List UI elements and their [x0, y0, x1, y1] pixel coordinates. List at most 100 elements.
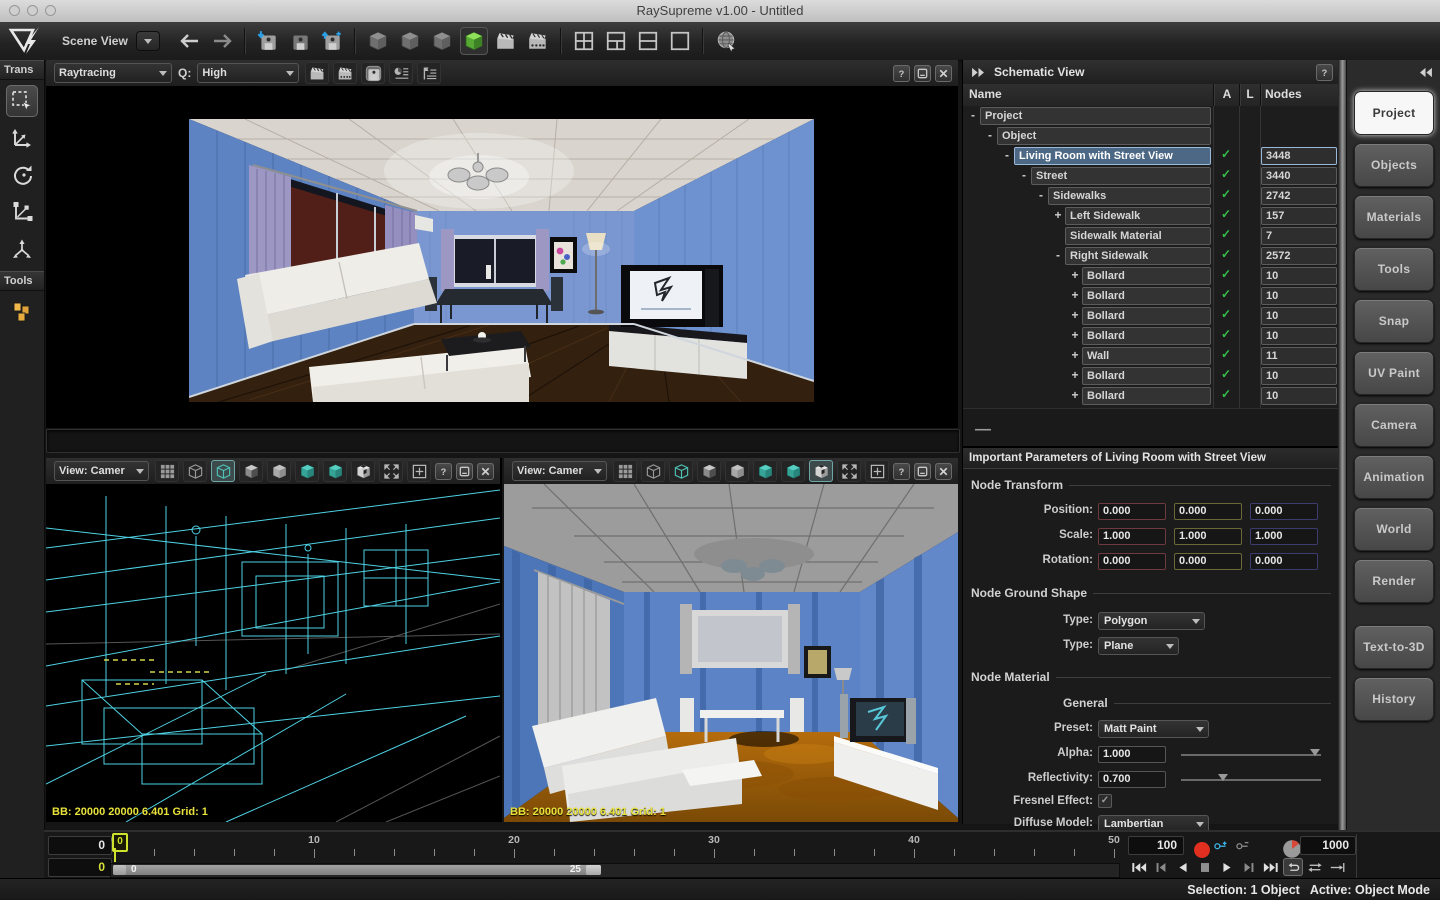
tree-node-label[interactable]: Bollard: [1082, 307, 1211, 325]
play-icon[interactable]: [1217, 858, 1237, 876]
position-z-field[interactable]: 0.000: [1250, 503, 1318, 520]
tree-row[interactable]: -Right Sidewalk✓2572: [963, 246, 1339, 266]
fps-field[interactable]: 1000: [1300, 836, 1356, 855]
tree-node-label[interactable]: Bollard: [1082, 267, 1211, 285]
cube-icon[interactable]: [364, 27, 392, 55]
tree-row[interactable]: +Wall✓11: [963, 346, 1339, 366]
play-back-icon[interactable]: [1173, 858, 1193, 876]
view-camera-dropdown[interactable]: View: Camer: [54, 461, 149, 481]
tree-scroll-dash[interactable]: —: [975, 421, 991, 439]
timeline-scroll-track[interactable]: 0 25: [110, 863, 1120, 878]
tree-row[interactable]: -Sidewalks✓2742: [963, 186, 1339, 206]
active-check-icon[interactable]: ✓: [1215, 227, 1237, 241]
tree-row[interactable]: +Bollard✓10: [963, 286, 1339, 306]
tree-node-label[interactable]: Bollard: [1082, 387, 1211, 405]
wireframe-canvas[interactable]: BB: 20000 20000 6.401 Grid: 1: [46, 484, 500, 822]
detach-icon[interactable]: [914, 65, 931, 82]
tree-row[interactable]: -Project: [963, 106, 1339, 126]
maximize-icon[interactable]: [379, 460, 403, 482]
clapper-anim-icon[interactable]: [524, 27, 552, 55]
rail-button-project[interactable]: Project: [1354, 91, 1434, 135]
tree-expand-icon[interactable]: +: [1070, 328, 1080, 342]
textured-cube-icon[interactable]: [781, 460, 805, 482]
pingpong-icon[interactable]: [1305, 858, 1325, 876]
tree-node-label[interactable]: Left Sidewalk: [1065, 207, 1211, 225]
active-check-icon[interactable]: ✓: [1215, 347, 1237, 361]
active-check-icon[interactable]: ✓: [1215, 367, 1237, 381]
clapper-anim-icon[interactable]: [333, 62, 357, 84]
scale-z-field[interactable]: 1.000: [1250, 528, 1318, 545]
help-icon[interactable]: ?: [893, 463, 910, 480]
tree-collapse-icon[interactable]: -: [1036, 188, 1046, 202]
key-del-icon[interactable]: [1233, 836, 1253, 854]
timeline-ruler[interactable]: 010203040500: [44, 832, 1124, 862]
detach-icon[interactable]: [456, 463, 473, 480]
log-icon[interactable]: [417, 62, 441, 84]
reflectivity-slider[interactable]: [1181, 779, 1321, 781]
tree-collapse-icon[interactable]: -: [985, 128, 995, 142]
rail-button-uv-paint[interactable]: UV Paint: [1354, 351, 1434, 395]
tree-row[interactable]: +Bollard✓10: [963, 326, 1339, 346]
help-icon[interactable]: ?: [893, 65, 910, 82]
position-y-field[interactable]: 0.000: [1174, 503, 1242, 520]
save-plus-icon[interactable]: [318, 27, 346, 55]
ground-type-dropdown[interactable]: Polygon: [1098, 612, 1205, 630]
blocks-icon[interactable]: [6, 296, 38, 328]
tree-expand-icon[interactable]: +: [1070, 388, 1080, 402]
layout-top-split-icon[interactable]: [602, 27, 630, 55]
close-icon[interactable]: [935, 463, 952, 480]
step-back-icon[interactable]: [1151, 858, 1171, 876]
wire-cube-icon[interactable]: [641, 460, 665, 482]
tree-node-label[interactable]: Bollard: [1082, 287, 1211, 305]
tree-row[interactable]: +Left Sidewalk✓157: [963, 206, 1339, 226]
tree-collapse-icon[interactable]: -: [1002, 148, 1012, 162]
render-mode-dropdown[interactable]: Raytracing: [54, 63, 172, 83]
plane-type-dropdown[interactable]: Plane: [1098, 637, 1179, 655]
back-icon[interactable]: [176, 27, 204, 55]
cube-icon[interactable]: [396, 27, 424, 55]
save-render-icon[interactable]: [361, 62, 385, 84]
range-end-handle[interactable]: [586, 865, 601, 875]
active-check-icon[interactable]: ✓: [1215, 327, 1237, 341]
grid-icon[interactable]: [155, 460, 179, 482]
half-cube-icon[interactable]: [697, 460, 721, 482]
range-start-handle[interactable]: [113, 865, 126, 875]
checker-cube-icon[interactable]: [809, 460, 833, 482]
pivot-icon[interactable]: [6, 233, 38, 265]
fresnel-checkbox[interactable]: ✓: [1098, 794, 1112, 808]
maximize-icon[interactable]: [837, 460, 861, 482]
rail-button-camera[interactable]: Camera: [1354, 403, 1434, 447]
clapper-icon[interactable]: [305, 62, 329, 84]
active-check-icon[interactable]: ✓: [1215, 147, 1237, 161]
teal-wire-cube-icon[interactable]: [211, 460, 235, 482]
quality-dropdown[interactable]: High: [197, 63, 299, 83]
preset-dropdown[interactable]: Matt Paint: [1098, 720, 1209, 738]
flat-cube-icon[interactable]: [725, 460, 749, 482]
skip-end-icon[interactable]: [1261, 858, 1281, 876]
half-cube-icon[interactable]: [239, 460, 263, 482]
close-icon[interactable]: [935, 65, 952, 82]
scale-x-field[interactable]: 1.000: [1098, 528, 1166, 545]
active-check-icon[interactable]: ✓: [1215, 167, 1237, 181]
tree-node-label[interactable]: Living Room with Street View: [1014, 147, 1211, 165]
active-check-icon[interactable]: ✓: [1215, 187, 1237, 201]
tree-row[interactable]: -Object: [963, 126, 1339, 146]
expand-panel-icon[interactable]: [971, 67, 986, 78]
teal-wire-cube-icon[interactable]: [669, 460, 693, 482]
flat-cube-icon[interactable]: [267, 460, 291, 482]
help-icon[interactable]: ?: [435, 463, 452, 480]
layout-single-icon[interactable]: [666, 27, 694, 55]
tree-row[interactable]: +Bollard✓10: [963, 266, 1339, 286]
fit-view-icon[interactable]: [407, 460, 431, 482]
active-check-icon[interactable]: ✓: [1215, 307, 1237, 321]
active-check-icon[interactable]: ✓: [1215, 207, 1237, 221]
rail-button-text-to-3d[interactable]: Text-to-3D: [1354, 625, 1434, 669]
rail-button-world[interactable]: World: [1354, 507, 1434, 551]
rail-button-history[interactable]: History: [1354, 677, 1434, 721]
scale-y-field[interactable]: 1.000: [1174, 528, 1242, 545]
save-icon[interactable]: [286, 27, 314, 55]
textured-cube-icon[interactable]: [323, 460, 347, 482]
shaded-canvas[interactable]: BB: 20000 20000 6.401 Grid: 1: [504, 484, 958, 822]
layout-rows-icon[interactable]: [634, 27, 662, 55]
rotation-z-field[interactable]: 0.000: [1250, 553, 1318, 570]
